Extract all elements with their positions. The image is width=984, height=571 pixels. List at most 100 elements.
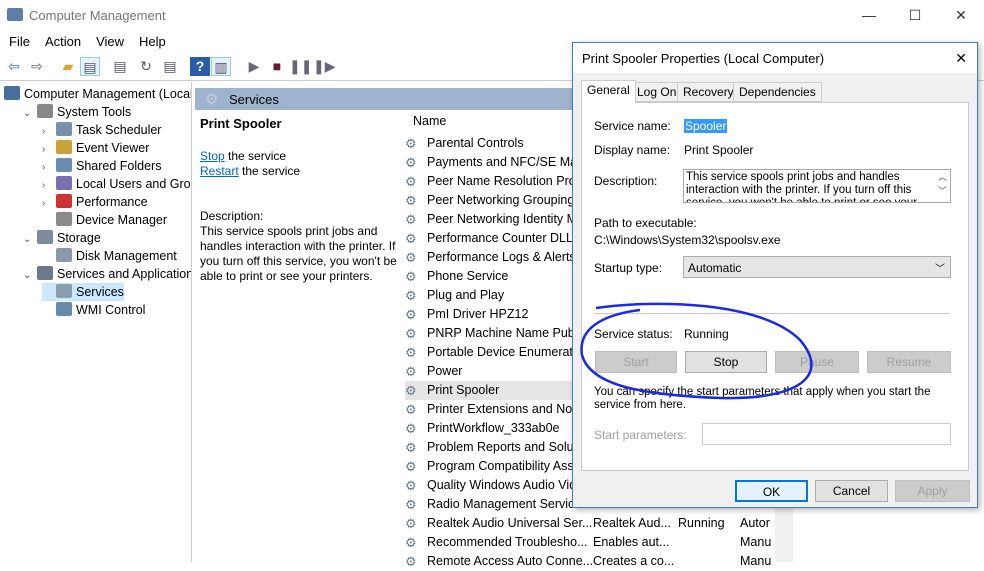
- service-gear-icon: ⚙: [405, 326, 417, 341]
- tree-item-label: Computer Management (Local: [24, 87, 192, 101]
- service-name: Realtek Audio Universal Ser...: [427, 516, 593, 530]
- tab-dependencies[interactable]: Dependencies: [733, 82, 822, 102]
- description-box[interactable]: This service spools print jobs and handl…: [683, 169, 951, 203]
- startup-type-select[interactable]: Automatic ﹀: [683, 256, 951, 278]
- service-name: Performance Counter DLL: [427, 231, 573, 245]
- description-label: Description:: [200, 209, 264, 223]
- tree-item[interactable]: Device Manager: [42, 211, 167, 229]
- apply-button[interactable]: Apply: [895, 480, 970, 502]
- tree-item[interactable]: ⌄ Storage: [23, 229, 101, 247]
- start-button[interactable]: Start: [595, 351, 677, 373]
- tab-general[interactable]: General: [581, 80, 636, 103]
- tree-item[interactable]: › Task Scheduler: [42, 121, 161, 139]
- tree-item[interactable]: ⌄ System Tools: [23, 103, 131, 121]
- dialog-title-bar: Print Spooler Properties (Local Computer…: [573, 43, 977, 73]
- extended-description: Print Spooler Stop the service Restart t…: [200, 116, 400, 284]
- menu-action[interactable]: Action: [36, 30, 87, 49]
- chevron-down-icon[interactable]: ⌄: [23, 105, 37, 123]
- service-name: Radio Management Service: [427, 497, 582, 511]
- service-gear-icon: ⚙: [405, 307, 417, 322]
- dialog-close-button[interactable]: ✕: [955, 50, 967, 67]
- maximize-button[interactable]: ☐: [892, 0, 938, 30]
- service-row[interactable]: ⚙ Realtek Audio Universal Ser... Realtek A…: [405, 514, 775, 533]
- service-name-value[interactable]: Spooler: [684, 119, 728, 133]
- pause-icon[interactable]: ❚❚: [289, 57, 312, 76]
- start-params-label: Start parameters:: [594, 428, 687, 442]
- show-hide-tree-icon[interactable]: ▤: [80, 57, 100, 76]
- tab-log-on[interactable]: Log On: [631, 82, 683, 102]
- tree-node-icon: [56, 140, 72, 154]
- service-name: Printer Extensions and Noti: [427, 402, 579, 416]
- resume-button[interactable]: Resume: [867, 351, 951, 373]
- action-pane-icon[interactable]: ▥: [211, 57, 231, 76]
- tree-item[interactable]: › Shared Folders: [42, 157, 161, 175]
- tree-item-label: Event Viewer: [76, 141, 150, 155]
- menu-file[interactable]: File: [0, 30, 36, 49]
- forward-arrow-icon[interactable]: ⇨: [27, 57, 47, 76]
- tree-item[interactable]: Disk Management: [42, 247, 177, 265]
- tree-item[interactable]: ›Local Users and Groups: [42, 175, 191, 193]
- tree-item[interactable]: ⌄ Services and Applications: [23, 265, 191, 285]
- service-name: Phone Service: [427, 269, 509, 283]
- service-gear-icon: ⚙: [405, 250, 417, 265]
- restart-link-text: the service: [238, 164, 301, 178]
- refresh-icon[interactable]: ↻: [136, 57, 156, 76]
- column-header-name[interactable]: Name: [413, 114, 446, 128]
- service-gear-icon: ⚙: [405, 459, 417, 474]
- tree-node-icon: [56, 302, 72, 316]
- back-arrow-icon[interactable]: ⇦: [4, 57, 24, 76]
- service-startup: Autor: [740, 516, 770, 530]
- stop-button[interactable]: Stop: [685, 351, 767, 373]
- tree-item[interactable]: WMI Control: [42, 301, 145, 319]
- list-scrollbar[interactable]: [775, 504, 793, 562]
- selected-service-title: Print Spooler: [200, 116, 282, 131]
- path-label: Path to executable:: [594, 216, 697, 230]
- description-scroll-down-icon[interactable]: ﹀: [938, 184, 947, 197]
- separator: [594, 313, 950, 314]
- service-name: Parental Controls: [427, 136, 524, 150]
- service-row[interactable]: ⚙ Recommended Troublesho... Enables aut...…: [405, 533, 775, 552]
- cancel-button[interactable]: Cancel: [815, 480, 888, 502]
- ok-button[interactable]: OK: [735, 480, 808, 502]
- stop-icon[interactable]: ■: [267, 57, 287, 76]
- properties-icon[interactable]: ▤: [110, 57, 130, 76]
- tree-item-label: WMI Control: [76, 303, 146, 317]
- service-startup: Manu: [740, 535, 772, 549]
- tree-item-label: Disk Management: [76, 249, 177, 263]
- tree-item-label: Local Users and Groups: [76, 177, 191, 191]
- description-text: This service spools print jobs and handl…: [200, 224, 397, 283]
- up-folder-icon[interactable]: ▰: [58, 57, 78, 76]
- description-value: This service spools print jobs and handl…: [686, 171, 918, 203]
- help-icon[interactable]: ?: [190, 57, 210, 76]
- tree-item[interactable]: Services: [42, 283, 124, 301]
- tab-recovery[interactable]: Recovery: [677, 82, 740, 102]
- tree-item[interactable]: › Event Viewer: [42, 139, 149, 157]
- service-name: PrintWorkflow_333ab0e: [427, 421, 560, 435]
- tree-node-icon: [56, 158, 72, 172]
- tree-item[interactable]: Computer Management (Local: [4, 85, 192, 103]
- chevron-down-icon[interactable]: ⌄: [23, 231, 37, 249]
- service-name: PNRP Machine Name Publi: [427, 326, 581, 340]
- chevron-down-icon[interactable]: ⌄: [23, 267, 37, 285]
- start-params-input[interactable]: [702, 423, 951, 445]
- export-list-icon[interactable]: ▤: [160, 57, 180, 76]
- close-button[interactable]: ✕: [938, 0, 984, 30]
- menu-view[interactable]: View: [87, 30, 130, 49]
- window-title: Computer Management: [29, 8, 166, 23]
- stop-service-link[interactable]: Stop: [200, 149, 225, 163]
- service-name: Program Compatibility Ass: [427, 459, 574, 473]
- play-icon[interactable]: ▶: [244, 57, 264, 76]
- resume-icon[interactable]: ❚▶: [313, 57, 336, 76]
- menu-help[interactable]: Help: [130, 30, 172, 49]
- service-gear-icon: ⚙: [405, 497, 417, 512]
- minimize-button[interactable]: —: [846, 0, 892, 30]
- service-gear-icon: ⚙: [405, 174, 417, 189]
- pause-button[interactable]: Pause: [775, 351, 859, 373]
- path-value: C:\Windows\System32\spoolsv.exe: [594, 233, 781, 247]
- service-name: Power: [427, 364, 463, 378]
- description-scroll-up-icon[interactable]: ︿: [938, 170, 947, 183]
- restart-service-link[interactable]: Restart: [200, 164, 239, 178]
- tree-item[interactable]: › Performance: [42, 193, 148, 211]
- service-status-label: Service status:: [594, 327, 673, 341]
- tree-item-label: Shared Folders: [76, 159, 162, 173]
